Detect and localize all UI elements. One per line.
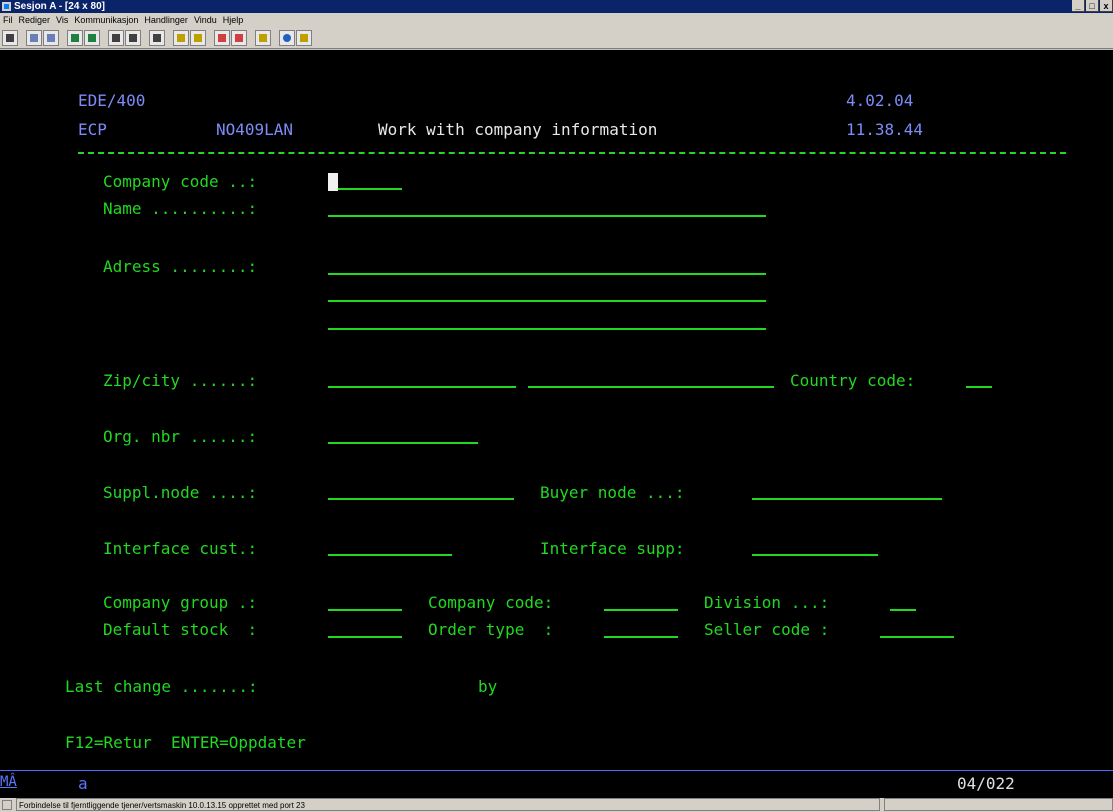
menu-rediger[interactable]: Rediger	[16, 13, 54, 27]
interface-cust-label: Interface cust.:	[103, 539, 258, 558]
menu-hjelp[interactable]: Hjelp	[220, 13, 247, 27]
last-change-label: Last change .......:	[65, 677, 258, 696]
menu-vindu[interactable]: Vindu	[191, 13, 220, 27]
mode-indicator: MÂ	[0, 774, 17, 790]
menu-handlinger[interactable]: Handlinger	[141, 13, 191, 27]
time-label: 11.38.44	[846, 120, 924, 139]
receive-file-icon[interactable]	[84, 29, 100, 46]
company-code2-label: Company code:	[428, 593, 554, 612]
maximize-button[interactable]: □	[1086, 0, 1099, 12]
org-nbr-label: Org. nbr ......:	[103, 427, 258, 446]
adress-field-1[interactable]	[328, 273, 766, 275]
company-code-field[interactable]	[328, 188, 402, 190]
version-label: 4.02.04	[846, 91, 914, 110]
app-icon[interactable]	[2, 2, 11, 11]
adress-field-3[interactable]	[328, 328, 766, 330]
minimize-button[interactable]: _	[1072, 0, 1085, 12]
cursor-position: 04/022	[957, 774, 1015, 793]
paste-icon[interactable]	[43, 29, 59, 46]
zip-field[interactable]	[328, 386, 516, 388]
default-stock-label: Default stock :	[103, 620, 258, 639]
play-macro-icon[interactable]	[190, 29, 206, 46]
order-type-label: Order type :	[428, 620, 554, 639]
menu-bar: Fil Rediger Vis Kommunikasjon Handlinger…	[0, 13, 1113, 27]
menu-fil[interactable]: Fil	[0, 13, 16, 27]
display-icon[interactable]	[108, 29, 124, 46]
company-group-field[interactable]	[328, 609, 402, 611]
division-field[interactable]	[890, 609, 916, 611]
window-title: Sesjon A - [24 x 80]	[14, 1, 105, 12]
copy-icon[interactable]	[26, 29, 42, 46]
by-label: by	[478, 677, 498, 696]
system-name: EDE/400	[78, 91, 146, 110]
company-code2-field[interactable]	[604, 609, 678, 611]
interface-supp-label: Interface supp:	[540, 539, 685, 558]
tag-icon[interactable]	[296, 29, 312, 46]
text-cursor	[328, 173, 338, 191]
keyboard-icon[interactable]	[125, 29, 141, 46]
city-field[interactable]	[528, 386, 774, 388]
screen-title: Work with company information	[378, 120, 658, 139]
suppl-node-field[interactable]	[328, 498, 514, 500]
function-keys: F12=Retur ENTER=Oppdater	[65, 733, 306, 752]
buyer-node-field[interactable]	[752, 498, 942, 500]
zip-city-label: Zip/city ......:	[103, 371, 258, 390]
macro-icon[interactable]	[149, 29, 165, 46]
country-code-label: Country code:	[790, 371, 916, 390]
company-code-label: Company code ..:	[103, 172, 258, 191]
status-bar: Forbindelse til fjerntliggende tjener/ve…	[0, 798, 1113, 812]
org-nbr-field[interactable]	[328, 442, 478, 444]
library-label: ECP	[78, 120, 107, 139]
name-field[interactable]	[328, 215, 766, 217]
close-button[interactable]: x	[1100, 0, 1113, 12]
title-bar: Sesjon A - [24 x 80] _ □ x	[0, 0, 1113, 13]
status-panel	[884, 798, 1113, 811]
operator-info-area: MÂ a 04/022	[0, 770, 1113, 799]
print-screen-icon[interactable]	[2, 29, 18, 46]
company-group-label: Company group .:	[103, 593, 258, 612]
clipboard-icon[interactable]	[255, 29, 271, 46]
user-label: NO409LAN	[216, 120, 294, 139]
connect-icon[interactable]	[214, 29, 230, 46]
send-file-icon[interactable]	[67, 29, 83, 46]
name-label: Name ..........:	[103, 199, 258, 218]
menu-vis[interactable]: Vis	[53, 13, 71, 27]
header-divider	[78, 152, 1066, 154]
seller-code-field[interactable]	[880, 636, 954, 638]
input-indicator: a	[78, 774, 88, 793]
country-code-field[interactable]	[966, 386, 992, 388]
disconnect-icon[interactable]	[231, 29, 247, 46]
default-stock-field[interactable]	[328, 636, 402, 638]
menu-kommunikasjon[interactable]: Kommunikasjon	[71, 13, 141, 27]
seller-code-label: Seller code :	[704, 620, 830, 639]
interface-supp-field[interactable]	[752, 554, 878, 556]
record-macro-icon[interactable]	[173, 29, 189, 46]
window-controls: _ □ x	[1071, 0, 1113, 13]
status-message: Forbindelse til fjerntliggende tjener/ve…	[16, 798, 880, 811]
connection-icon	[2, 800, 12, 810]
suppl-node-label: Suppl.node ....:	[103, 483, 258, 502]
adress-field-2[interactable]	[328, 300, 766, 302]
toolbar	[0, 27, 1113, 49]
interface-cust-field[interactable]	[328, 554, 452, 556]
terminal-screen[interactable]: EDE/400 4.02.04 ECP NO409LAN Work with c…	[0, 50, 1113, 770]
division-label: Division ...:	[704, 593, 830, 612]
adress-label: Adress ........:	[103, 257, 258, 276]
globe-icon[interactable]	[279, 29, 295, 46]
buyer-node-label: Buyer node ...:	[540, 483, 685, 502]
order-type-field[interactable]	[604, 636, 678, 638]
